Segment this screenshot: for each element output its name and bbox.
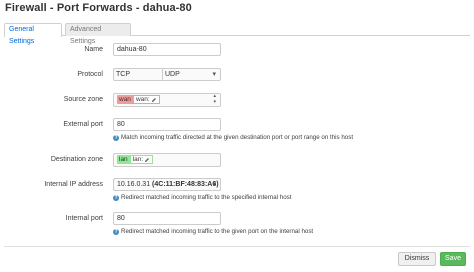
internal-port-help: ? Redirect matched incoming traffic to t… xyxy=(113,228,313,235)
internal-port-input[interactable]: 80 xyxy=(113,212,221,225)
name-label: Name xyxy=(84,46,103,53)
destination-zone-name: lan xyxy=(117,155,130,164)
destination-zone-label: Destination zone xyxy=(50,156,103,163)
destination-zone-select[interactable]: lan lan: xyxy=(113,153,221,167)
page-title: Firewall - Port Forwards - dahua-80 xyxy=(5,2,192,14)
modal-footer: Dismiss Save xyxy=(4,246,470,272)
source-zone-row: Source zone wan wan: ▴ ▾ xyxy=(0,93,474,107)
internal-port-row: Internal port 80 xyxy=(0,212,474,226)
tab-general-settings[interactable]: General Settings xyxy=(4,23,62,45)
destination-zone-networks: lan: xyxy=(129,155,154,164)
edit-icon xyxy=(151,97,156,102)
internal-ip-help-text: Redirect matched incoming traffic to the… xyxy=(121,194,292,201)
source-zone-label: Source zone xyxy=(63,96,103,103)
internal-ip-help: ? Redirect matched incoming traffic to t… xyxy=(113,194,291,201)
source-zone-sub-label: wan: xyxy=(135,96,150,103)
destination-zone-sub-label: lan: xyxy=(132,156,144,163)
protocol-label: Protocol xyxy=(77,71,103,78)
name-input[interactable]: dahua-80 xyxy=(113,43,221,56)
tab-bar: General Settings Advanced Settings xyxy=(4,22,470,45)
protocol-value-udp: UDP xyxy=(162,69,206,80)
source-zone-badge: wan wan: xyxy=(117,95,160,104)
destination-zone-badge: lan lan: xyxy=(117,155,154,164)
chevron-down-icon[interactable]: ▾ xyxy=(212,69,216,80)
dismiss-button[interactable]: Dismiss xyxy=(398,252,436,266)
external-port-help-text: Match incoming traffic directed at the g… xyxy=(121,134,354,141)
internal-port-label: Internal port xyxy=(65,215,103,222)
protocol-value-tcp: TCP xyxy=(116,71,130,78)
external-port-row: External port 80 xyxy=(0,118,474,132)
help-icon: ? xyxy=(113,134,119,141)
internal-ip-select[interactable]: 10.16.0.31 (4C:11:BF:48:83:A6) ▾ xyxy=(113,178,221,191)
internal-port-help-text: Redirect matched incoming traffic to the… xyxy=(121,228,314,235)
destination-zone-row: Destination zone lan lan: xyxy=(0,153,474,167)
internal-ip-value: 10.16.0.31 (4C:11:BF:48:83:A6) xyxy=(115,179,219,190)
internal-ip-label: Internal IP address xyxy=(44,181,103,188)
help-icon: ? xyxy=(113,228,119,235)
external-port-label: External port xyxy=(63,121,103,128)
chevron-down-icon[interactable]: ▾ xyxy=(212,179,216,190)
save-button[interactable]: Save xyxy=(440,252,466,266)
name-row: Name dahua-80 xyxy=(0,43,474,57)
source-zone-name: wan xyxy=(117,95,133,104)
internal-ip-address: 10.16.0.31 xyxy=(117,181,151,188)
internal-ip-mac: (4C:11:BF:48:83:A6) xyxy=(152,181,219,188)
internal-ip-row: Internal IP address 10.16.0.31 (4C:11:BF… xyxy=(0,178,474,192)
external-port-input[interactable]: 80 xyxy=(113,118,221,131)
protocol-row: Protocol TCP UDP ▾ xyxy=(0,68,474,82)
external-port-help: ? Match incoming traffic directed at the… xyxy=(113,134,353,141)
source-zone-networks: wan: xyxy=(132,95,160,104)
source-zone-select[interactable]: wan wan: ▴ ▾ xyxy=(113,93,221,107)
tab-advanced-settings[interactable]: Advanced Settings xyxy=(65,23,131,45)
protocol-select[interactable]: TCP UDP ▾ xyxy=(113,68,221,81)
edit-icon xyxy=(145,157,150,162)
stepper-icon[interactable]: ▴ ▾ xyxy=(213,93,216,105)
help-icon: ? xyxy=(113,194,119,201)
